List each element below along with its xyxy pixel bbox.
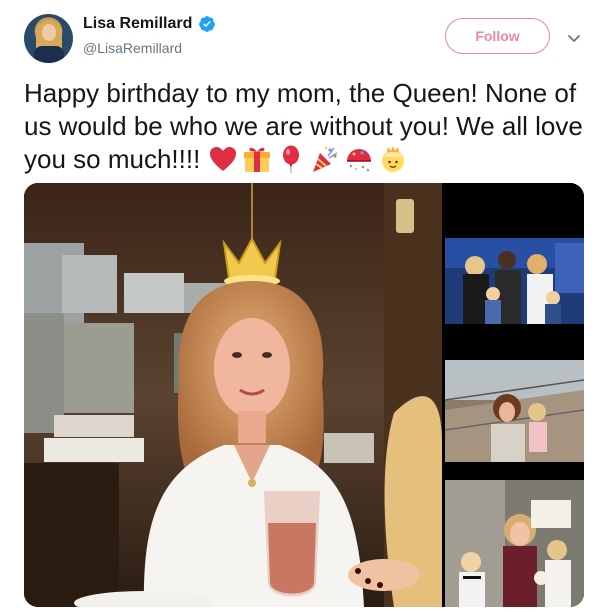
side-photo-3[interactable] xyxy=(445,327,584,357)
side-photo-5[interactable] xyxy=(445,465,584,477)
author-handle[interactable]: @LisaRemillard xyxy=(83,40,182,56)
tweet-card: Lisa Remillard @LisaRemillard Follow Hap… xyxy=(0,0,610,612)
follow-button[interactable]: Follow xyxy=(445,18,550,54)
wrapped-gift-icon xyxy=(243,147,270,172)
confetti-ball-icon xyxy=(346,149,371,172)
verified-badge-icon xyxy=(199,16,216,32)
side-photo-4[interactable] xyxy=(445,360,584,462)
media-gallery xyxy=(24,183,584,607)
princess-icon xyxy=(381,146,404,172)
author-avatar[interactable] xyxy=(24,14,73,63)
side-photo-2[interactable] xyxy=(445,238,584,324)
author-display-name[interactable]: Lisa Remillard xyxy=(83,15,192,33)
chevron-down-icon[interactable] xyxy=(566,30,582,46)
side-photo-1[interactable] xyxy=(445,183,584,235)
party-popper-icon xyxy=(312,146,337,172)
main-photo[interactable] xyxy=(24,183,442,607)
side-photo-6[interactable] xyxy=(445,480,584,607)
tweet-text: Happy birthday to my mom, the Queen! Non… xyxy=(24,77,589,176)
balloon-icon xyxy=(282,145,299,174)
red-heart-icon xyxy=(209,147,236,171)
author-name-row: Lisa Remillard xyxy=(83,15,216,33)
